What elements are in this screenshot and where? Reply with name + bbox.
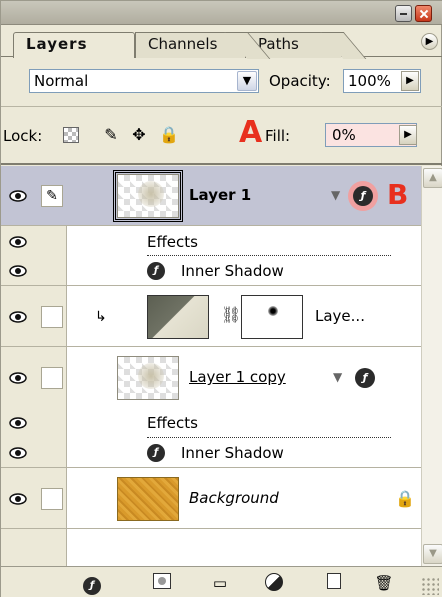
annotation-b: B — [387, 178, 409, 211]
lock-pixels-brush-icon[interactable]: ✎ — [101, 125, 121, 145]
scroll-up-button[interactable]: ▲ — [423, 168, 442, 188]
effect-name: Inner Shadow — [181, 262, 284, 280]
effects-label: Effects — [147, 414, 198, 432]
visibility-toggle[interactable] — [1, 256, 34, 285]
tab-layers[interactable]: Layers — [13, 32, 135, 58]
layer-name[interactable]: Layer 1 copy — [189, 368, 286, 386]
visibility-toggle[interactable] — [1, 287, 34, 346]
layer-row-layer-1-copy[interactable]: Layer 1 copy ▼ ƒ — [1, 348, 421, 408]
triangle-down-icon[interactable]: ▼ — [333, 370, 342, 384]
fx-icon: ƒ — [147, 262, 165, 280]
minimize-button[interactable] — [395, 5, 412, 22]
effects-row[interactable]: Effects — [1, 408, 421, 438]
lock-all-icon[interactable]: 🔒 — [159, 125, 179, 145]
annotation-a: A — [239, 115, 263, 150]
blend-options-row: Normal ▼ Opacity: 100% ▶ — [1, 57, 442, 107]
mask-icon — [153, 573, 171, 589]
folder-icon: ▭ — [212, 574, 228, 592]
lock-row: Lock: ✎ ✥ 🔒 A Fill: 0% ▶ — [1, 107, 442, 165]
fx-icon: ƒ — [147, 444, 165, 462]
new-layer-icon — [327, 573, 341, 589]
opacity-slider-button[interactable]: ▶ — [401, 71, 419, 91]
effects-row[interactable]: Effects — [1, 227, 421, 256]
link-toggle[interactable] — [35, 348, 67, 408]
eye-icon — [9, 446, 27, 459]
opacity-value: 100% — [348, 72, 391, 90]
new-group-button[interactable]: ▭ — [209, 573, 231, 593]
triangle-down-icon[interactable]: ▼ — [331, 188, 340, 202]
triangle-right-icon: ▶ — [425, 36, 434, 47]
layer-name[interactable]: Laye... — [315, 307, 365, 325]
effects-label: Effects — [147, 233, 198, 251]
scroll-down-button[interactable]: ▼ — [423, 544, 442, 564]
visibility-toggle[interactable] — [1, 227, 34, 256]
clipping-arrow-icon: ↳ — [95, 309, 107, 325]
lock-position-move-icon[interactable]: ✥ — [129, 125, 149, 145]
empty-link-box — [41, 487, 63, 510]
empty-link-box — [41, 305, 63, 328]
layer-thumbnail[interactable] — [147, 295, 209, 339]
brush-icon: ✎ — [41, 184, 63, 207]
layers-toolbar: ƒ ▭ 🗑 — [1, 566, 442, 597]
eye-icon — [9, 235, 27, 248]
layer-row-background[interactable]: Background 🔒 — [1, 469, 421, 529]
empty-link-box — [41, 367, 63, 389]
panel-titlebar — [1, 1, 442, 25]
visibility-toggle[interactable] — [1, 348, 34, 408]
add-layer-style-button[interactable]: ƒ — [81, 573, 103, 595]
opacity-label: Opacity: — [269, 72, 331, 90]
eye-icon — [9, 310, 27, 323]
chevron-down-icon[interactable]: ▼ — [237, 71, 257, 91]
eye-icon — [9, 492, 27, 505]
layer-thumbnail[interactable] — [113, 170, 183, 222]
eye-icon — [9, 189, 27, 202]
eye-icon — [9, 372, 27, 384]
visibility-toggle[interactable] — [1, 408, 34, 438]
fill-label: Fill: — [265, 127, 291, 145]
effect-row-inner-shadow[interactable]: ƒ Inner Shadow — [1, 438, 421, 468]
lock-icon: 🔒 — [395, 489, 415, 508]
link-toggle[interactable] — [35, 287, 67, 346]
effect-row-inner-shadow[interactable]: ƒ Inner Shadow — [1, 256, 421, 286]
trash-icon: 🗑 — [374, 574, 394, 592]
layer-thumbnail[interactable] — [117, 477, 179, 521]
panel-tabs: Paths Channels Layers ▶ — [1, 25, 442, 58]
link-toggle[interactable] — [35, 469, 67, 528]
blend-mode-value: Normal — [34, 72, 89, 90]
close-button[interactable] — [415, 5, 432, 22]
resize-grip[interactable] — [421, 577, 439, 595]
chain-link-icon[interactable]: ⛓ — [221, 305, 241, 324]
fx-icon: ƒ — [83, 577, 101, 595]
fill-slider-button[interactable]: ▶ — [399, 125, 417, 145]
blend-mode-select[interactable]: Normal ▼ — [29, 69, 259, 93]
lock-label: Lock: — [3, 127, 43, 145]
add-mask-button[interactable] — [151, 573, 173, 593]
fill-value: 0% — [332, 126, 356, 144]
layers-list: ✎ Layer 1 ▼ ƒ B Effects ƒ Inner Shadow ↳… — [1, 166, 421, 566]
visibility-toggle[interactable] — [1, 438, 34, 467]
panel-menu-button[interactable]: ▶ — [421, 33, 438, 50]
visibility-toggle[interactable] — [1, 469, 34, 528]
layer-name[interactable]: Layer 1 — [189, 186, 251, 204]
visibility-toggle[interactable] — [1, 166, 34, 225]
fx-icon[interactable]: ƒ — [355, 368, 375, 388]
lock-transparency-icon[interactable] — [63, 127, 79, 143]
fx-icon[interactable]: ƒ — [353, 186, 373, 206]
new-layer-button[interactable] — [323, 573, 345, 593]
layers-panel: Paths Channels Layers ▶ Normal ▼ Opacity… — [0, 0, 442, 597]
new-adjustment-layer-button[interactable] — [263, 573, 285, 593]
delete-layer-button[interactable]: 🗑 — [373, 573, 395, 593]
eye-icon — [9, 417, 27, 429]
layers-scrollbar[interactable]: ▲ ▼ — [421, 166, 442, 566]
mask-thumbnail[interactable] — [241, 295, 303, 339]
layer-name[interactable]: Background — [189, 489, 279, 507]
layer-row-layer-1[interactable]: ✎ Layer 1 ▼ ƒ B — [1, 166, 421, 226]
tab-channels[interactable]: Channels — [135, 32, 245, 58]
link-toggle[interactable]: ✎ — [35, 166, 67, 225]
layer-thumbnail[interactable] — [117, 356, 179, 400]
adjustment-layer-icon — [265, 573, 283, 591]
eye-icon — [9, 264, 27, 277]
layer-row-masked[interactable]: ↳ ⛓ Laye... — [1, 287, 421, 347]
effect-name: Inner Shadow — [181, 444, 284, 462]
